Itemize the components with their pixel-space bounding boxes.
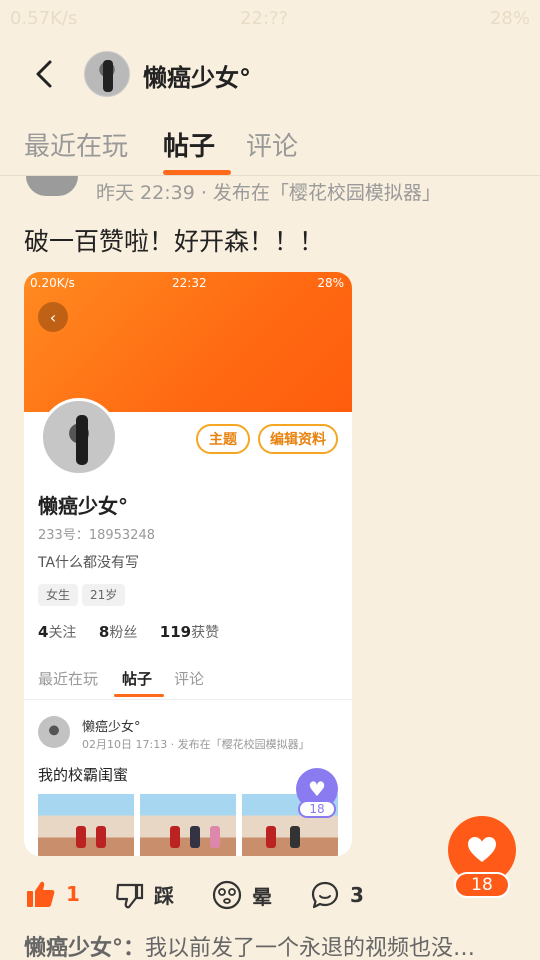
comment-preview[interactable]: 懒癌少女°：我以前发了一个永退的视频也没…: [24, 930, 524, 960]
battery-level: 28%: [489, 8, 530, 29]
embedded-clock: 22:32: [172, 276, 207, 290]
embedded-tag-gender: 女生: [38, 584, 79, 606]
tab-recently-played[interactable]: 最近在玩: [24, 126, 128, 163]
embedded-id: 233号：18953248: [38, 528, 155, 543]
post-image[interactable]: 0.20K/s 22:32 28% ‹ 主题 编辑资料 懒癌少女° 233号：1…: [24, 272, 352, 856]
thumbs-up-icon: [26, 880, 56, 908]
profile-tabs: 最近在玩 帖子 评论: [0, 112, 540, 176]
embedded-bio: TA什么都没有写: [38, 555, 140, 571]
tab-comments[interactable]: 评论: [246, 126, 298, 163]
embedded-tabs: 最近在玩 帖子 评论: [24, 668, 352, 700]
heart-icon: [468, 837, 496, 862]
network-speed: 0.57K/s: [10, 8, 78, 29]
like-button[interactable]: 1: [26, 880, 80, 908]
post-action-bar: 1 踩 晕 3: [0, 876, 540, 916]
embedded-like-count: 18: [298, 800, 336, 818]
status-bar: 0.57K/s 22:?? 28%: [0, 0, 540, 40]
embedded-status-bar: 0.20K/s 22:32 28%: [24, 276, 352, 294]
embedded-stats: 4关注 8粉丝 119获赞: [38, 622, 237, 642]
embedded-post-meta: 02月10日 17:13 · 发布在「樱花校园模拟器」: [82, 738, 310, 751]
embedded-game-screenshot: [38, 794, 134, 856]
likes-received-count: 119: [159, 623, 192, 641]
follow-count: 4: [38, 623, 49, 641]
fans-count: 8: [98, 623, 110, 641]
dizzy-label: 晕: [252, 884, 272, 909]
comment-text: 我以前发了一个永退的视频也没…: [145, 936, 476, 960]
dislike-button[interactable]: 踩: [116, 880, 174, 909]
comment-count: 3: [350, 883, 364, 907]
avatar[interactable]: [84, 51, 130, 97]
embedded-post-name: 懒癌少女°: [82, 720, 141, 735]
embedded-theme-button: 主题: [196, 424, 250, 454]
embedded-tab-indicator: [114, 694, 164, 697]
embedded-battery: 28%: [317, 276, 344, 290]
embedded-tab-posts: 帖子: [122, 670, 153, 688]
embedded-network-speed: 0.20K/s: [30, 276, 75, 290]
clock: 22:??: [240, 8, 289, 29]
embedded-tab-comments: 评论: [174, 670, 205, 688]
dizzy-button[interactable]: 晕: [212, 880, 272, 910]
profile-name: 懒癌少女°: [143, 64, 251, 92]
embedded-tag-age: 21岁: [82, 584, 126, 606]
embedded-edit-profile-button: 编辑资料: [258, 424, 338, 454]
like-count: 1: [66, 882, 80, 906]
likes-received-label: 获赞: [191, 625, 220, 641]
tab-posts[interactable]: 帖子: [163, 126, 215, 163]
dislike-label: 踩: [154, 884, 174, 908]
profile-header: 懒癌少女°: [0, 40, 540, 110]
post-title[interactable]: 破一百赞啦！好开森！！！: [24, 222, 324, 258]
embedded-post-avatar: [38, 716, 70, 748]
comment-button[interactable]: 3: [310, 880, 364, 910]
embedded-avatar: [40, 398, 118, 476]
post-meta: 昨天 22:39 · 发布在「樱花校园模拟器」: [96, 182, 441, 204]
fans-label: 粉丝: [109, 625, 138, 641]
comment-bubble-icon: [310, 880, 340, 910]
comment-author[interactable]: 懒癌少女°：: [24, 936, 145, 960]
embedded-game-screenshot: [140, 794, 236, 856]
embedded-back-icon: ‹: [38, 302, 68, 332]
post-author-avatar[interactable]: [26, 176, 78, 196]
embedded-name: 懒癌少女°: [38, 494, 128, 518]
back-button[interactable]: [26, 56, 62, 92]
follow-label: 关注: [48, 625, 77, 641]
active-tab-indicator: [163, 170, 231, 175]
embedded-tab-recent: 最近在玩: [38, 670, 99, 688]
embedded-post-title: 我的校霸闺蜜: [38, 766, 129, 784]
thumbs-down-icon: [116, 881, 144, 909]
dizzy-face-icon: [212, 880, 242, 910]
chevron-left-icon: [36, 60, 52, 88]
